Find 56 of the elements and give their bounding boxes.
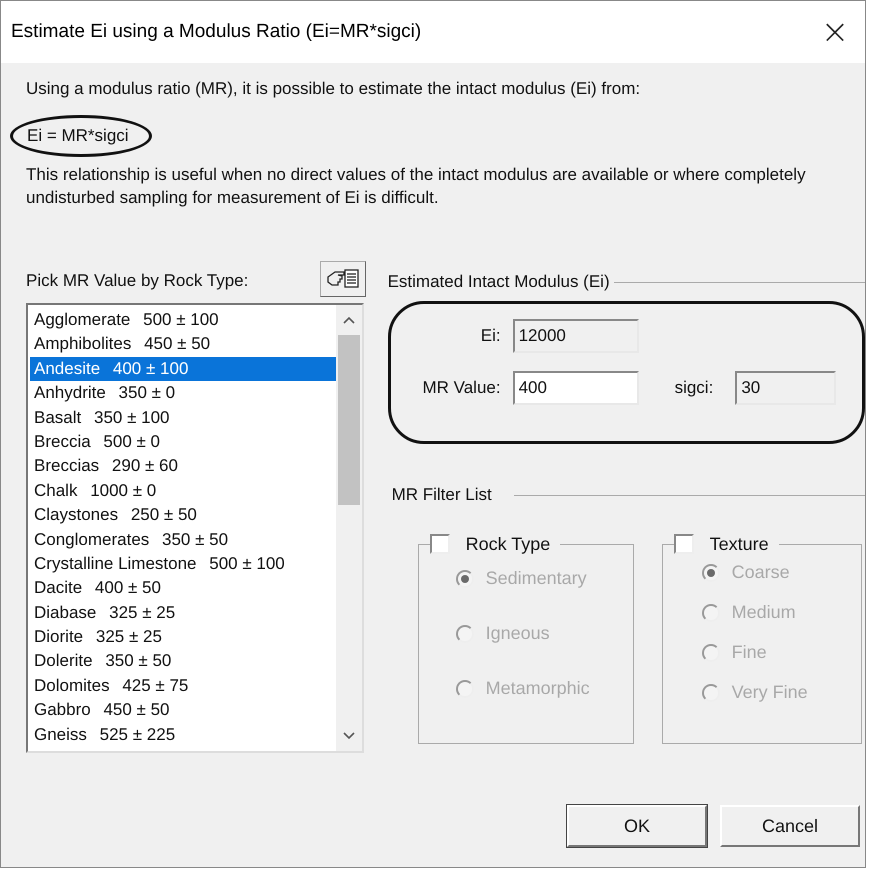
list-item[interactable]: Conglomerates 350 ± 50 <box>30 528 336 552</box>
list-item[interactable]: Claystones 250 ± 50 <box>30 503 336 528</box>
option-label: Fine <box>732 642 767 663</box>
list-item[interactable]: Gneiss 525 ± 225 <box>30 722 336 748</box>
list-item[interactable]: Breccias 290 ± 60 <box>30 454 336 479</box>
list-item[interactable]: Andesite 400 ± 100 <box>30 356 336 382</box>
list-item[interactable]: Dolerite 350 ± 50 <box>30 649 336 674</box>
input-field[interactable]: 400 <box>512 371 639 405</box>
option-label: Very Fine <box>732 682 808 703</box>
option-label: Metamorphic <box>486 678 590 699</box>
cancel-button[interactable]: Cancel <box>720 805 860 847</box>
radio-button[interactable] <box>702 644 720 662</box>
window-title: Estimate Ei using a Modulus Ratio (Ei=MR*sigci) <box>11 21 422 43</box>
list-item[interactable]: Anhydrite 350 ± 0 <box>30 381 336 406</box>
option-label: Medium <box>732 602 796 623</box>
pick-button[interactable] <box>320 261 366 297</box>
group-title: Estimated Intact Modulus (Ei) <box>388 272 610 292</box>
option-label: Coarse <box>732 562 790 583</box>
field-label: sigci: <box>674 378 714 398</box>
input-field[interactable]: 30 <box>735 371 836 405</box>
formula-text: Ei = MR*sigci <box>27 126 129 146</box>
scrollbar[interactable] <box>336 305 362 751</box>
ok-button[interactable]: OK <box>567 805 707 847</box>
radio-button[interactable] <box>702 604 720 622</box>
group-title: MR Filter List <box>392 485 492 505</box>
scroll-down-icon <box>342 731 356 741</box>
field-label: Ei: <box>480 326 501 346</box>
group-label: Rock Type <box>466 534 550 554</box>
list-item[interactable]: Basalt 350 ± 100 <box>30 406 336 430</box>
radio-button[interactable] <box>456 680 474 698</box>
checkbox[interactable] <box>430 534 450 554</box>
list-item[interactable]: Crystalline Limestone 500 ± 100 <box>30 552 336 576</box>
radio-button[interactable] <box>456 570 474 588</box>
group-label: Texture <box>710 534 769 554</box>
radio-button[interactable] <box>702 684 720 702</box>
list-item[interactable]: Dolomites 425 ± 75 <box>30 674 336 698</box>
option-label: Igneous <box>486 623 550 644</box>
checkbox[interactable] <box>674 534 694 554</box>
list-item[interactable]: Dacite 400 ± 50 <box>30 576 336 601</box>
input-field[interactable]: 12000 <box>512 319 639 353</box>
radio-button[interactable] <box>702 564 720 582</box>
radio-button[interactable] <box>456 624 474 642</box>
list-item[interactable]: Gabbro 450 ± 50 <box>30 698 336 723</box>
option-label: Sedimentary <box>486 568 587 589</box>
scroll-up-icon <box>342 315 356 325</box>
list-item[interactable]: Breccia 500 ± 0 <box>30 430 336 454</box>
list-item[interactable]: Amphibolites 450 ± 50 <box>30 332 336 357</box>
list-item[interactable]: Diabase 325 ± 25 <box>30 600 336 626</box>
note-text: This relationship is useful when no direct values of the intact modulus are available or where completely undisturbed sampling for measurement of Ei is difficult. <box>26 164 807 209</box>
scroll-thumb[interactable] <box>338 335 360 505</box>
list-label: Pick MR Value by Rock Type: <box>26 271 248 291</box>
intro-text: Using a modulus ratio (MR), it is possible to estimate the intact modulus (Ei) from: <box>26 79 642 99</box>
field-label: MR Value: <box>421 378 501 398</box>
list-item[interactable]: Diorite 325 ± 25 <box>30 625 336 650</box>
list-item[interactable]: Chalk 1000 ± 0 <box>30 478 336 504</box>
list-item[interactable]: Agglomerate 500 ± 100 <box>30 308 336 332</box>
